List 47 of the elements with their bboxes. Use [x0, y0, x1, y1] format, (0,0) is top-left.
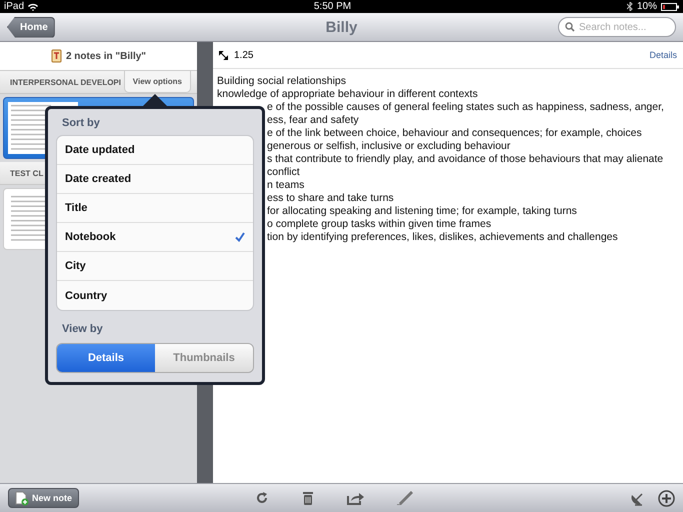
new-note-icon — [15, 490, 29, 506]
note-line: tion by identifying preferences, likes, dislikes, achievements and challenges — [267, 231, 618, 244]
note-line: generous or selfish, inclusive or excluding behaviour — [267, 140, 510, 153]
sort-option[interactable]: Country — [57, 281, 253, 310]
note-line: e of the link between choice, behaviour and consequences; for example, choices — [267, 127, 642, 140]
sort-option[interactable]: City — [57, 252, 253, 281]
sort-option[interactable]: Date updated — [57, 136, 253, 165]
note-line: for allocating speaking and listening time; for example, taking turns — [267, 205, 577, 218]
new-note-button[interactable]: New note — [8, 488, 80, 508]
note-line: ess, fear and safety — [267, 114, 359, 127]
view-options-tab[interactable]: View options — [124, 71, 191, 93]
view-segment[interactable]: Details — [57, 344, 155, 372]
notebook-icon — [50, 49, 62, 63]
sort-option[interactable]: Title — [57, 194, 253, 223]
battery-icon — [661, 2, 679, 10]
back-button[interactable]: Home — [7, 16, 55, 38]
battery-percent: 10% — [636, 1, 657, 12]
notes-count: 2 notes in "Billy" — [66, 50, 146, 62]
zoom-level: 1.25 — [234, 50, 254, 60]
share-icon[interactable] — [347, 492, 364, 504]
details-link[interactable]: Details — [649, 50, 677, 60]
sort-option[interactable]: Notebook — [57, 223, 253, 252]
note-line: knowledge of appropriate behaviour in different contexts — [217, 88, 478, 101]
note-line: conflict — [267, 166, 300, 179]
refresh-icon[interactable] — [255, 491, 270, 505]
wifi-icon — [28, 2, 38, 10]
window-title: Billy — [326, 18, 358, 36]
pencil-icon[interactable] — [397, 491, 414, 505]
note-line: s that contribute to friendly play, and avoidance of those behaviours that may alienate — [267, 153, 664, 166]
section-title: INTERPERSONAL DEVELOPI — [10, 78, 121, 86]
view-by-heading: View by — [61, 322, 104, 337]
add-icon[interactable] — [658, 490, 675, 506]
note-line: Building social relationships — [217, 75, 346, 88]
search-field[interactable]: Search notes... — [558, 17, 676, 37]
note-line: e of the possible causes of general feeling states such as happiness, sadness, anger, — [267, 101, 664, 114]
status-time: 5:50 PM — [314, 1, 352, 12]
resize-icon[interactable] — [219, 50, 228, 60]
sort-option[interactable]: Date created — [57, 165, 253, 194]
note-line: o complete group tasks within given time frames — [267, 218, 492, 231]
device-name: iPad — [4, 1, 24, 12]
search-icon — [565, 22, 575, 32]
bluetooth-icon — [626, 2, 633, 11]
note-line: ess to share and take turns — [267, 192, 394, 205]
sort-by-heading: Sort by — [61, 116, 101, 131]
note-line: n teams — [267, 179, 304, 192]
section-title: TEST CL — [10, 168, 44, 178]
trash-icon[interactable] — [302, 491, 314, 505]
